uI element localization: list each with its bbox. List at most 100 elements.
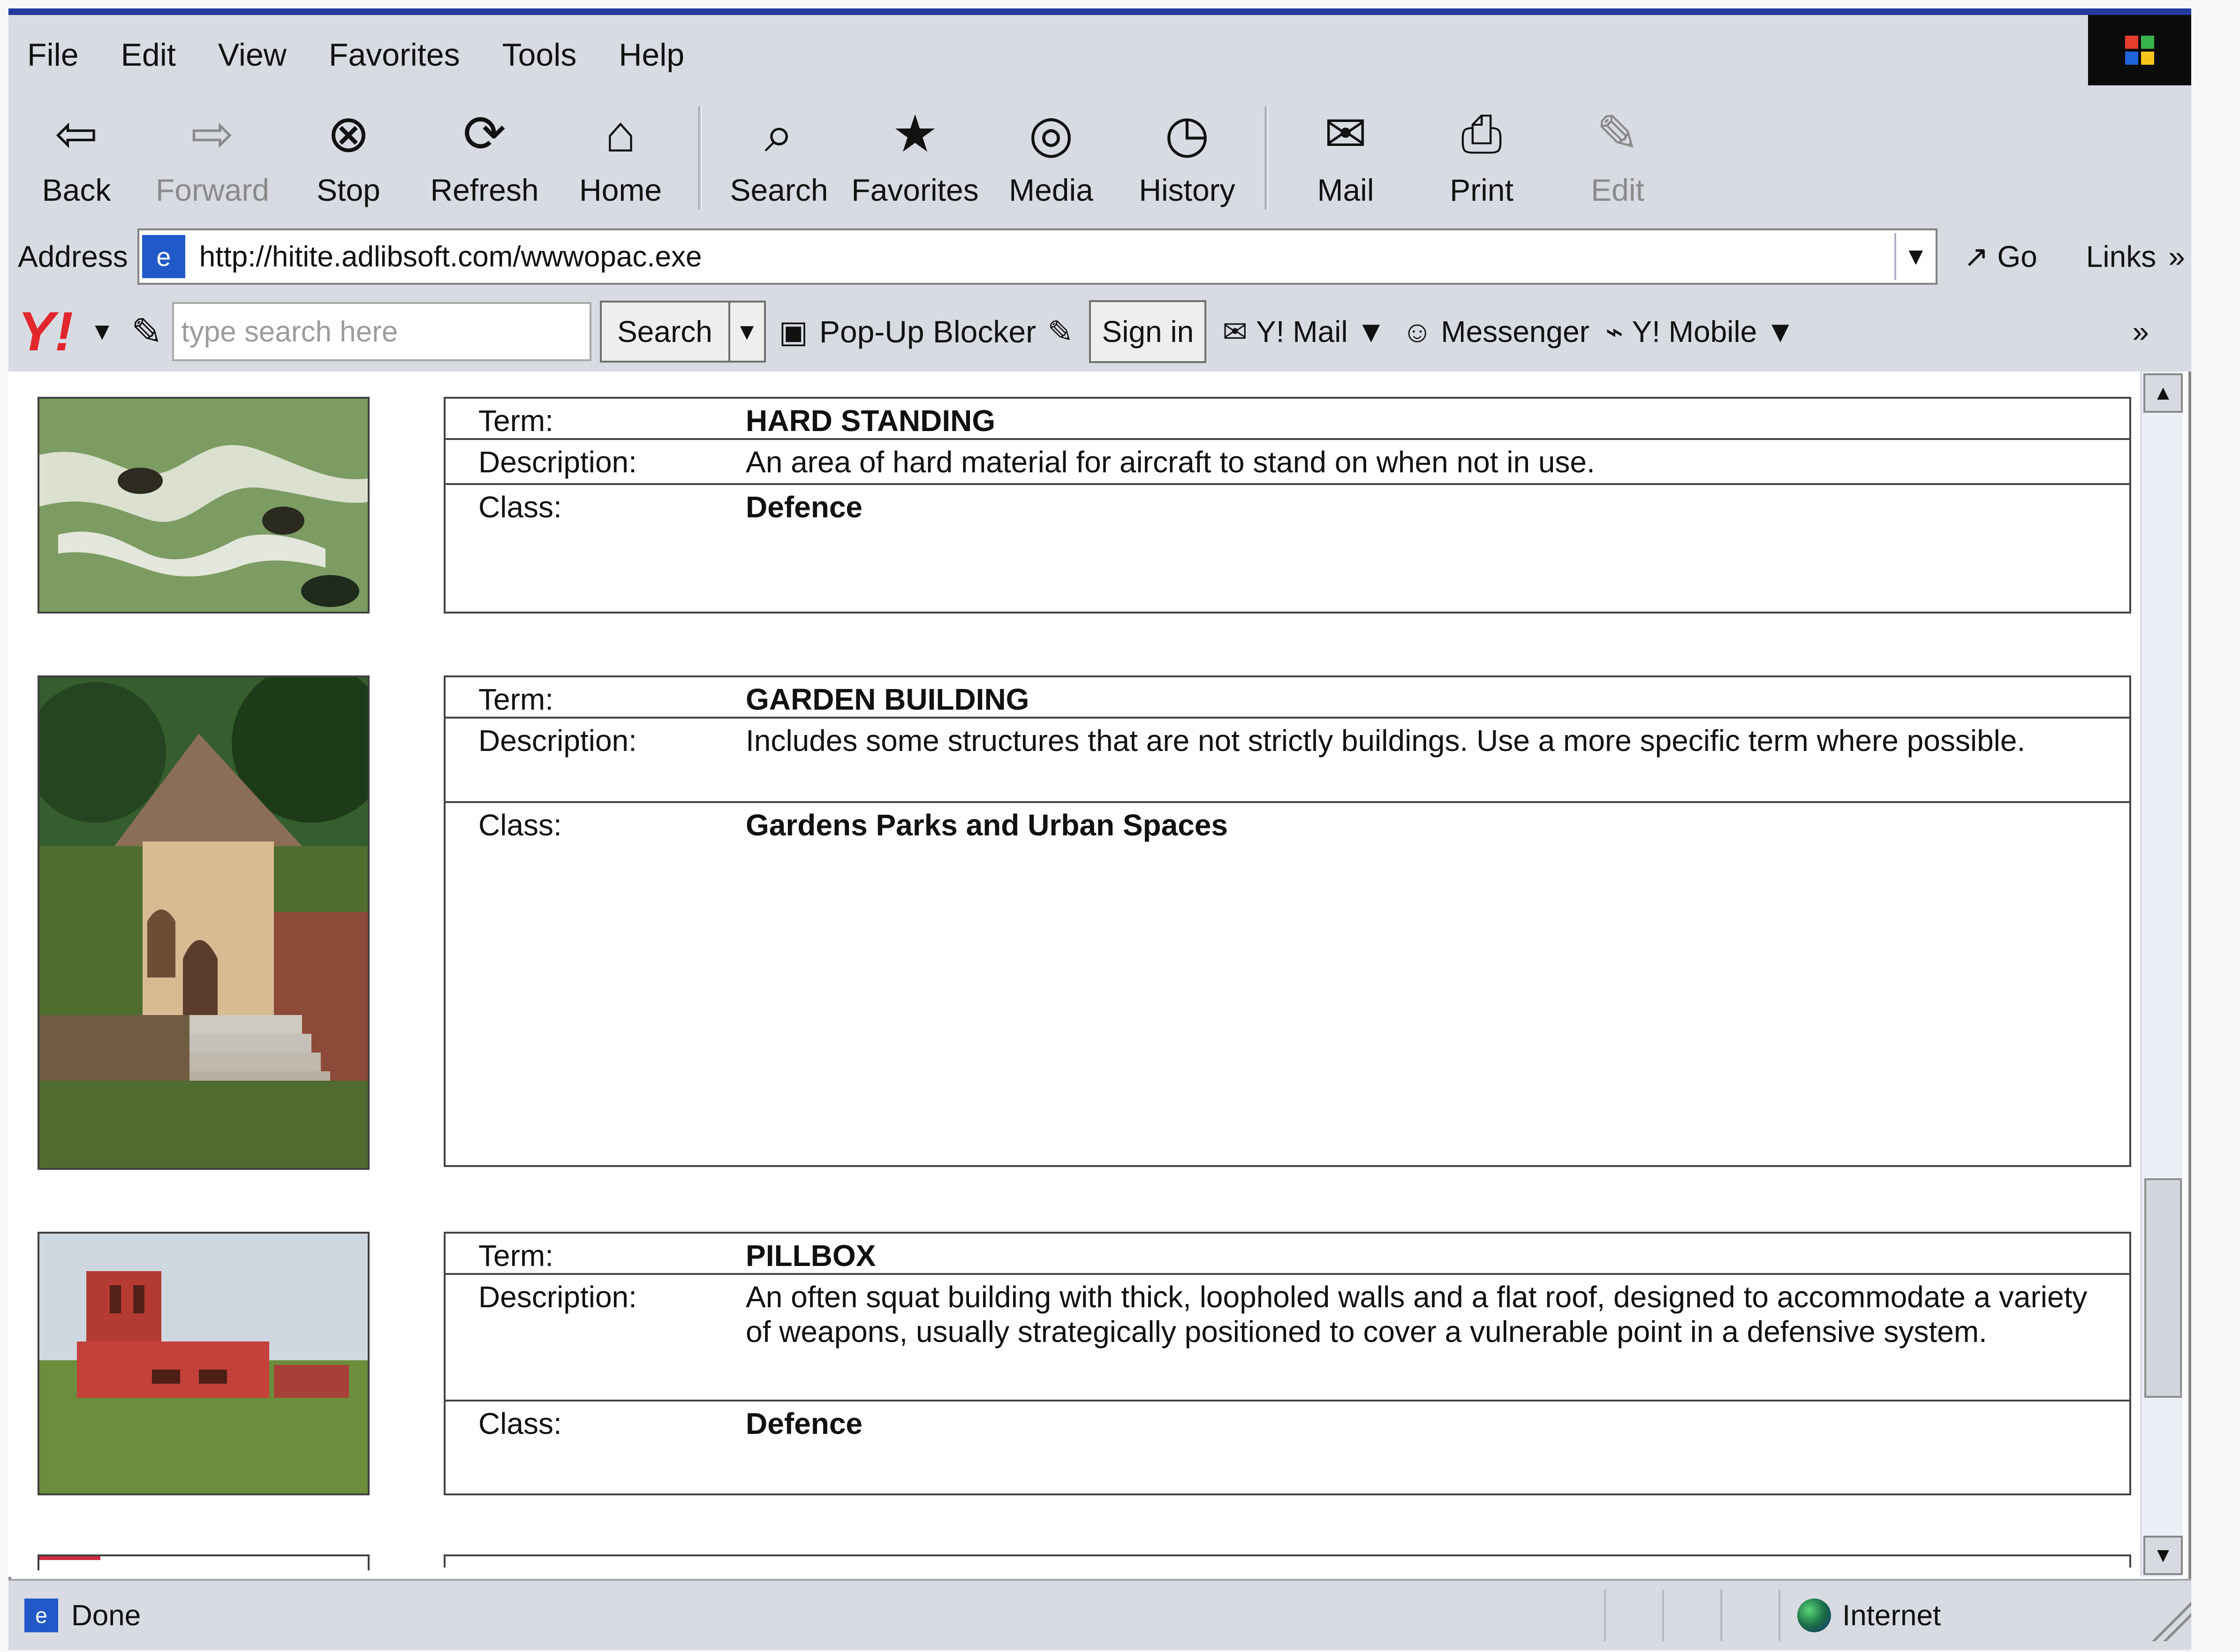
entry-next-partial xyxy=(38,1554,2131,1573)
status-text: Done xyxy=(71,1599,141,1632)
mobile-icon: ⌁ xyxy=(1605,314,1624,349)
smiley-icon: ☺ xyxy=(1401,315,1433,349)
favorites-icon: ★ xyxy=(892,105,938,163)
favorites-button[interactable]: ★ Favorites xyxy=(847,102,983,214)
description-value: An often squat building with thick, loop… xyxy=(746,1280,2088,1349)
term-label: Term: xyxy=(478,1239,553,1273)
back-button[interactable]: ⇦ Back xyxy=(8,102,144,214)
window-icon: ▣ xyxy=(779,314,808,349)
class-row: Class: Gardens Parks and Urban Spaces xyxy=(446,803,2129,1165)
class-row: Class: Defence xyxy=(446,485,2129,612)
hard-standing-photo xyxy=(38,397,370,614)
page-content: Term: HARD STANDING Description: An area… xyxy=(8,371,2150,1577)
back-label: Back xyxy=(42,173,111,207)
description-label: Description: xyxy=(478,724,637,758)
yahoo-mail-button[interactable]: ✉ Y! Mail ▼ xyxy=(1222,314,1386,349)
popup-blocker-button[interactable]: ▣ Pop-Up Blocker ✎ xyxy=(779,314,1074,350)
print-button[interactable]: ⎙ Print xyxy=(1414,102,1550,214)
menu-view[interactable]: View xyxy=(218,37,287,73)
yahoo-toolbar: Y! ▼ ✎ type search here Search ▼ ▣ Pop-U… xyxy=(8,292,2191,371)
edit-button[interactable]: ✎ Edit xyxy=(1550,102,1686,214)
scroll-down-icon[interactable]: ▼ xyxy=(2143,1536,2183,1575)
term-value: PILLBOX xyxy=(746,1239,876,1273)
home-button[interactable]: ⌂ Home xyxy=(552,102,689,214)
hard-standing-term-table: Term: HARD STANDING Description: An area… xyxy=(444,397,2131,614)
menu-edit[interactable]: Edit xyxy=(121,37,176,73)
media-label: Media xyxy=(1009,173,1093,207)
pillbox-photo xyxy=(38,1232,370,1495)
search-icon: ⌕ xyxy=(764,105,794,163)
refresh-button[interactable]: ⟳ Refresh xyxy=(416,102,552,214)
stop-button[interactable]: ⊗ Stop xyxy=(280,102,416,214)
home-icon: ⌂ xyxy=(605,105,636,163)
description-value: An area of hard material for aircraft to… xyxy=(746,445,1595,479)
class-value: Gardens Parks and Urban Spaces xyxy=(746,808,1228,842)
print-icon: ⎙ xyxy=(1461,105,1502,163)
description-row: Description: An often squat building wit… xyxy=(446,1275,2129,1402)
page-icon: e xyxy=(142,235,185,278)
search-button[interactable]: ⌕ Search xyxy=(711,102,847,214)
address-field[interactable]: e http://hitite.adlibsoft.com/wwwopac.ex… xyxy=(137,228,1937,285)
forward-button[interactable]: ⇨ Forward xyxy=(144,102,280,214)
search-label: Search xyxy=(730,173,828,207)
mail-button[interactable]: ✉ Mail xyxy=(1278,102,1414,214)
toolbar-separator xyxy=(698,106,702,210)
refresh-label: Refresh xyxy=(430,173,539,207)
browser-window: File Edit View Favorites Tools Help ⇦ Ba… xyxy=(8,8,2191,1650)
menu-favorites[interactable]: Favorites xyxy=(329,37,460,73)
address-dropdown-icon[interactable]: ▼ xyxy=(1894,233,1936,280)
next-thumbnail xyxy=(38,1554,370,1570)
yahoo-mobile-button[interactable]: ⌁ Y! Mobile ▼ xyxy=(1605,314,1795,349)
yahoo-dropdown-icon[interactable]: ▼ xyxy=(90,318,114,346)
address-bar: Address e http://hitite.adlibsoft.com/ww… xyxy=(8,221,2191,292)
forward-arrow-icon: ⇨ xyxy=(190,105,235,163)
media-button[interactable]: ◎ Media xyxy=(983,102,1119,214)
standard-toolbar: ⇦ Back ⇨ Forward ⊗ Stop ⟳ Refresh ⌂ Home… xyxy=(8,95,2191,221)
windows-logo xyxy=(2088,15,2191,85)
go-button[interactable]: ↗ Go xyxy=(1964,239,2037,274)
term-row: Term: PILLBOX xyxy=(446,1234,2129,1275)
address-url[interactable]: http://hitite.adlibsoft.com/wwwopac.exe xyxy=(199,240,702,273)
yahoo-overflow[interactable]: » xyxy=(2132,314,2149,349)
menu-help[interactable]: Help xyxy=(619,37,684,73)
term-value: HARD STANDING xyxy=(746,404,996,438)
back-arrow-icon: ⇦ xyxy=(54,105,98,163)
links-button[interactable]: Links xyxy=(2086,239,2156,274)
history-button[interactable]: ◷ History xyxy=(1119,102,1255,214)
links-overflow[interactable]: » xyxy=(2168,239,2185,274)
vertical-scrollbar[interactable]: ▲ ▼ xyxy=(2141,371,2183,1577)
description-value: Includes some structures that are not st… xyxy=(746,724,2026,758)
scroll-up-icon[interactable]: ▲ xyxy=(2143,373,2183,413)
hard-standing-image xyxy=(39,399,368,612)
highlighter-icon: ✎ xyxy=(1047,314,1074,349)
address-label: Address xyxy=(18,240,128,273)
mobile-dropdown-icon: ▼ xyxy=(1765,315,1795,349)
browser-chrome: File Edit View Favorites Tools Help ⇦ Ba… xyxy=(8,15,2191,371)
yahoo-mobile-label: Y! Mobile xyxy=(1632,315,1757,349)
status-pane xyxy=(1662,1590,1720,1641)
term-label: Term: xyxy=(478,682,553,716)
resize-grip-icon[interactable] xyxy=(2149,1590,2191,1641)
stop-icon: ⊗ xyxy=(326,105,371,163)
yahoo-search-input[interactable]: type search here xyxy=(172,302,591,361)
messenger-button[interactable]: ☺ Messenger xyxy=(1402,314,1589,349)
windows-flag-icon xyxy=(2125,36,2154,65)
pillbox-image xyxy=(39,1234,368,1493)
yahoo-logo[interactable]: Y! xyxy=(18,300,73,364)
yahoo-search-button[interactable]: Search xyxy=(599,301,730,363)
scroll-thumb[interactable] xyxy=(2144,1178,2182,1398)
security-zone: Internet xyxy=(1778,1590,2149,1641)
menu-file[interactable]: File xyxy=(27,37,79,73)
class-value: Defence xyxy=(746,490,863,524)
description-row: Description: Includes some structures th… xyxy=(446,719,2129,803)
garden-building-image xyxy=(39,677,368,1168)
class-label: Class: xyxy=(478,1407,562,1440)
status-panes: Internet xyxy=(1604,1590,2191,1641)
print-label: Print xyxy=(1450,173,1514,207)
sign-in-button[interactable]: Sign in xyxy=(1089,300,1207,363)
description-label: Description: xyxy=(478,445,637,479)
next-thumbnail-image xyxy=(39,1556,368,1570)
menu-tools[interactable]: Tools xyxy=(502,37,577,73)
pencil-icon[interactable]: ✎ xyxy=(131,310,162,354)
yahoo-search-dropdown-icon[interactable]: ▼ xyxy=(730,301,766,363)
